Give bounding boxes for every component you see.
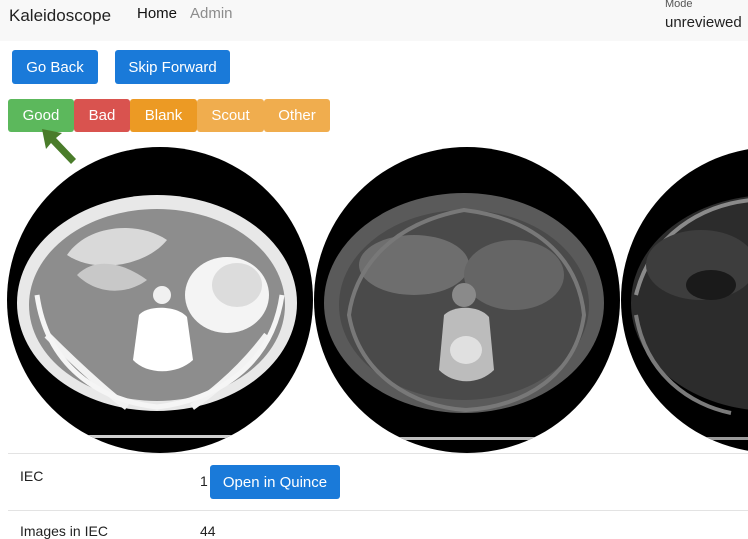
open-in-quince-button[interactable]: Open in Quince	[210, 465, 340, 499]
ct-scan-sharp-icon[interactable]	[7, 145, 313, 455]
blank-button[interactable]: Blank	[130, 99, 197, 132]
images-in-iec-label: Images in IEC	[20, 523, 108, 539]
skip-forward-button[interactable]: Skip Forward	[115, 50, 230, 84]
other-button[interactable]: Other	[264, 99, 330, 132]
nav-link-admin[interactable]: Admin	[190, 5, 233, 22]
ct-scan-blurred-icon[interactable]	[314, 145, 620, 455]
mode-value[interactable]: unreviewed	[665, 14, 742, 31]
scan-strip	[0, 145, 748, 455]
go-back-button[interactable]: Go Back	[12, 50, 98, 84]
table-divider	[8, 453, 748, 454]
bad-button[interactable]: Bad	[74, 99, 130, 132]
table-divider	[8, 510, 748, 511]
ct-scan-partial-icon[interactable]	[621, 145, 748, 455]
iec-label: IEC	[20, 468, 44, 484]
iec-value: 1	[200, 473, 208, 489]
scout-button[interactable]: Scout	[197, 99, 264, 132]
images-in-iec-value: 44	[200, 523, 216, 539]
app-brand[interactable]: Kaleidoscope	[9, 6, 111, 26]
nav-link-home[interactable]: Home	[137, 5, 177, 22]
navbar: Kaleidoscope Home Admin Mode unreviewed	[0, 0, 748, 41]
mode-label: Mode	[665, 0, 693, 10]
